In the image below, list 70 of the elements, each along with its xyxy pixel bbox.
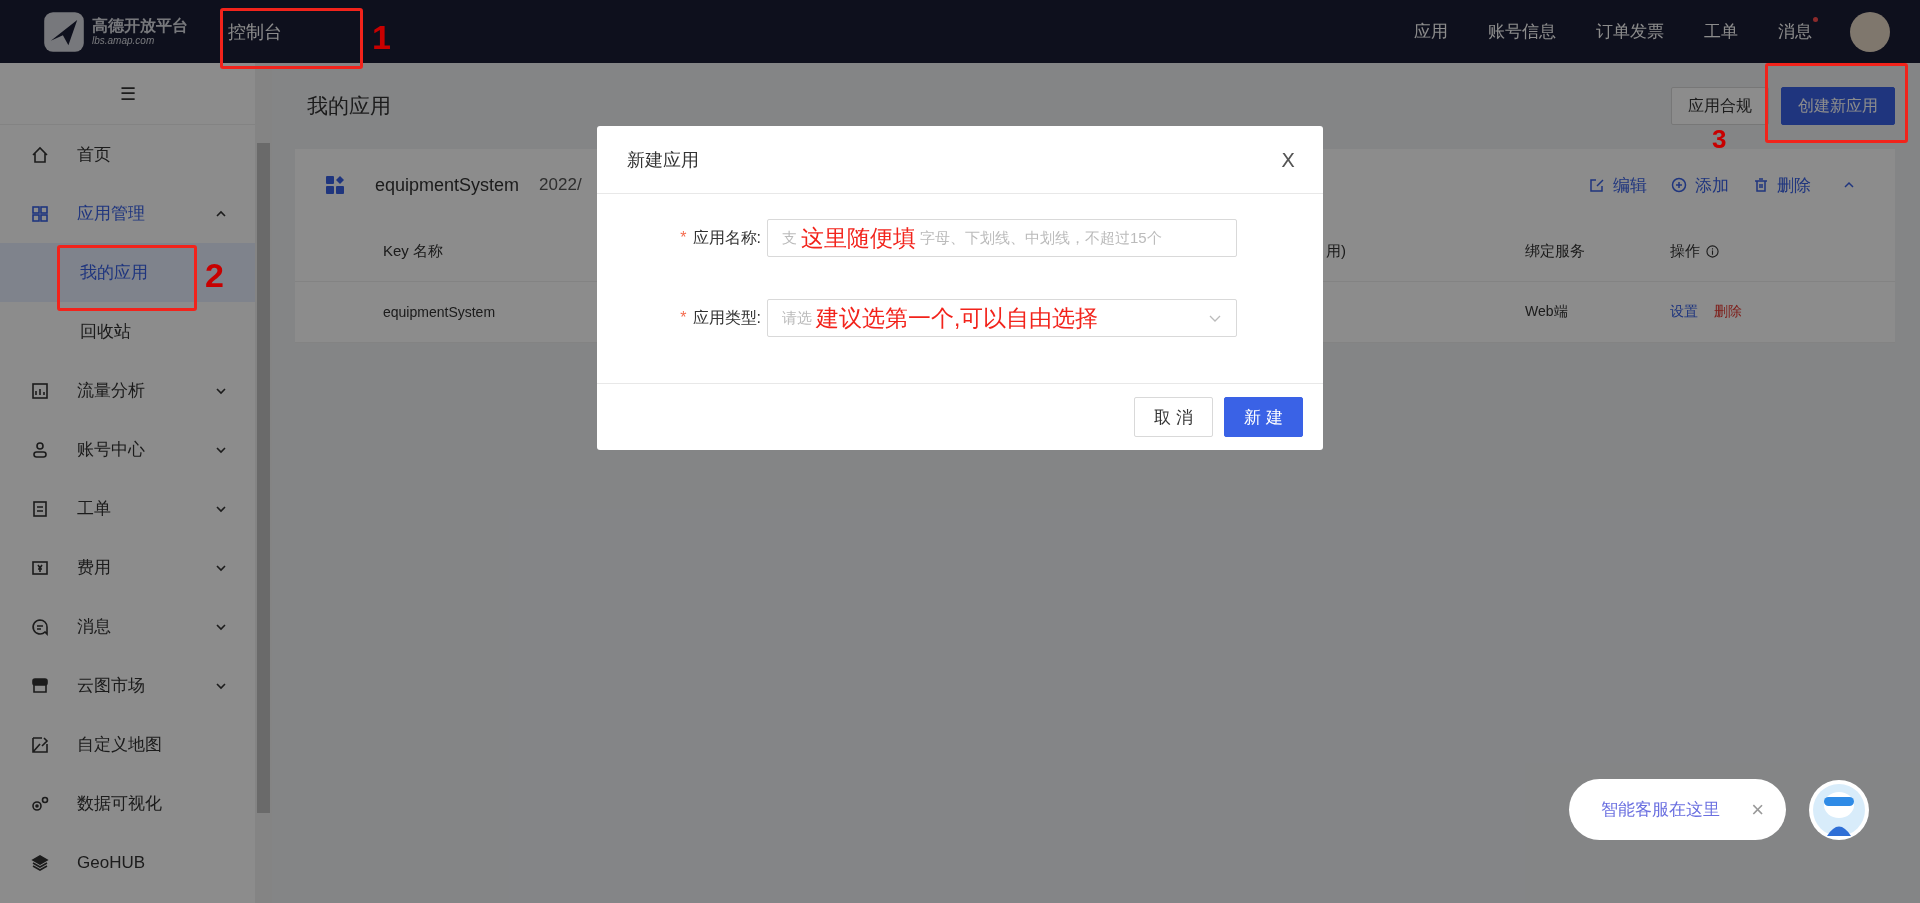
sidebar-item[interactable]: 流量分析 <box>0 361 255 420</box>
dialog-button[interactable]: 取 消 <box>1134 397 1213 437</box>
input-field[interactable]: 支 这里随便填 字母、下划线、中划线，不超过15个 <box>767 219 1237 257</box>
home-icon <box>30 144 50 165</box>
avatar[interactable] <box>1850 11 1890 52</box>
dialog-button[interactable]: 新 建 <box>1224 397 1303 437</box>
field-label: 应用名称: <box>692 228 761 246</box>
sidebar-item[interactable]: GeoHUB <box>0 833 255 892</box>
required-mark: * <box>680 228 687 246</box>
sidebar-item[interactable]: 数据可视化 <box>0 774 255 833</box>
layers-icon <box>30 852 50 873</box>
sidebar-item[interactable]: 自定义地图 <box>0 715 255 774</box>
logo-title: 高德开放平台 <box>92 17 188 35</box>
annotation-text: 这里随便填 <box>801 223 916 253</box>
sidebar-item[interactable]: 账号中心 <box>0 420 255 479</box>
column-header: 操作 <box>1670 241 1719 261</box>
column-header: Key 名称 <box>383 241 443 261</box>
apps-icon <box>325 175 345 195</box>
row-link[interactable]: 设置 <box>1670 303 1698 321</box>
shop-icon <box>30 675 50 696</box>
row-link[interactable]: 删除 <box>1714 303 1742 321</box>
annotation-number: 3 <box>1712 126 1727 152</box>
logo-icon <box>42 9 86 54</box>
close-icon[interactable]: × <box>1751 796 1764 823</box>
action-button[interactable]: 应用合规 <box>1671 87 1769 125</box>
table-cell: equipmentSystem <box>383 304 496 320</box>
sidebar-item[interactable]: 消息 <box>0 597 255 656</box>
info-icon[interactable] <box>1706 244 1719 258</box>
required-mark: * <box>680 308 687 326</box>
column-header: 用) <box>1326 241 1346 261</box>
column-header: 绑定服务 <box>1525 241 1585 261</box>
sidebar-item[interactable]: 应用管理 <box>0 184 255 243</box>
app-date: 2022/ <box>539 175 582 195</box>
annotation-number: 2 <box>205 258 224 292</box>
sidebar-item[interactable]: 首页 <box>0 125 255 184</box>
table-cell: Web端 <box>1525 303 1568 321</box>
nav-link[interactable]: 订单发票 <box>1596 20 1664 43</box>
page-title: 我的应用 <box>307 93 391 119</box>
field-label: 应用类型: <box>692 308 761 326</box>
assistant-bubble[interactable]: 智能客服在这里 × <box>1569 779 1786 840</box>
sidebar-item[interactable]: 云图市场 <box>0 656 255 715</box>
close-button[interactable]: X <box>1281 147 1295 172</box>
app-name: equipmentSystem <box>375 174 520 196</box>
add-icon <box>1671 177 1687 193</box>
console-link[interactable]: 控制台 <box>220 19 290 44</box>
annotation-number: 1 <box>372 20 391 54</box>
map-icon <box>30 734 50 755</box>
card-action-link[interactable]: 添加 <box>1671 173 1729 197</box>
edit-icon <box>1589 177 1605 193</box>
sidebar-subitem[interactable]: 回收站 <box>0 302 255 361</box>
annotation-text: 建议选第一个,可以自由选择 <box>816 303 1099 333</box>
user-icon <box>30 439 50 460</box>
chat-icon <box>30 616 50 637</box>
nav-link[interactable]: 工单 <box>1704 20 1738 43</box>
dialog-title: 新建应用 <box>627 148 700 172</box>
assistant-avatar[interactable] <box>1808 779 1870 841</box>
nav-link[interactable]: 应用 <box>1414 20 1448 43</box>
action-button[interactable]: 创建新应用 <box>1781 87 1895 125</box>
nav-link[interactable]: 消息 <box>1778 20 1812 43</box>
chart-icon <box>30 380 50 401</box>
card-action-link[interactable]: 删除 <box>1753 173 1811 197</box>
logo-url: lbs.amap.com <box>92 34 156 46</box>
sidebar-item[interactable]: 工单 <box>0 479 255 538</box>
grid-icon <box>30 203 50 224</box>
select-field[interactable]: 请选 建议选第一个,可以自由选择 <box>767 299 1237 337</box>
card-action-link[interactable]: 编辑 <box>1589 173 1647 197</box>
clipboard-icon <box>30 498 50 519</box>
sidebar-item[interactable]: 费用 <box>0 538 255 597</box>
nav-link[interactable]: 账号信息 <box>1488 20 1556 43</box>
trash-icon <box>1753 177 1769 193</box>
